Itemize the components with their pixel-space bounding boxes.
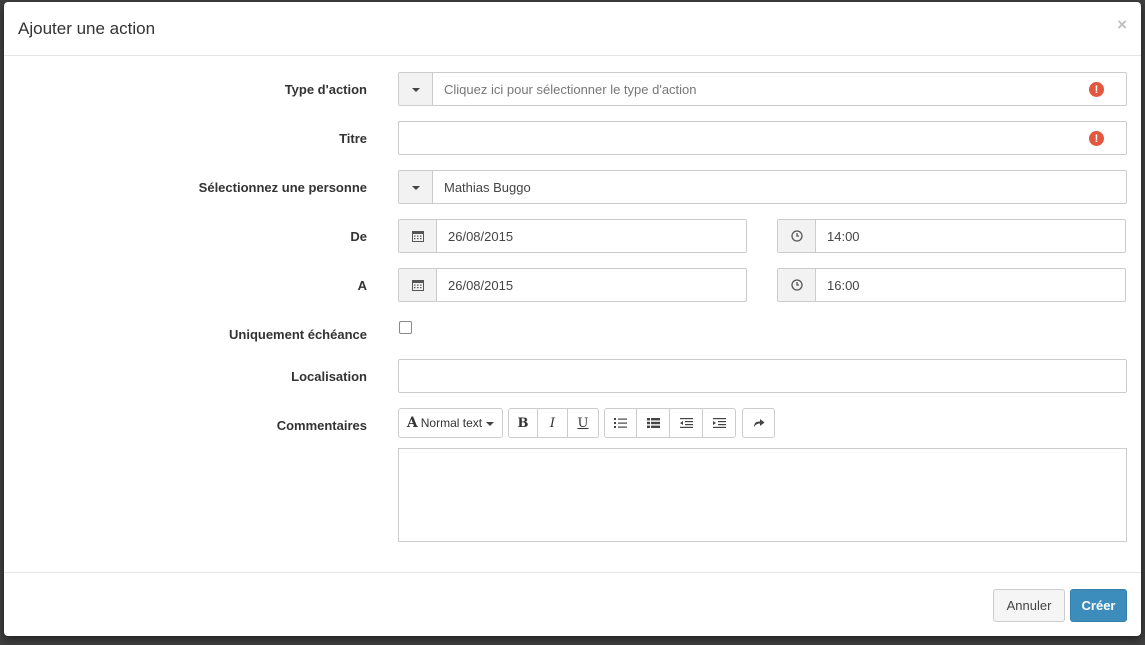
- commentaires-label: Commentaires: [276, 418, 367, 433]
- create-button[interactable]: Créer: [1070, 589, 1127, 622]
- indent-button[interactable]: [703, 408, 736, 438]
- font-style-dropdown[interactable]: A Normal text: [398, 408, 503, 438]
- type-action-dropdown-button[interactable]: [399, 73, 433, 105]
- bullet-list-icon: [614, 418, 627, 428]
- de-date-input[interactable]: 26/08/2015: [398, 219, 747, 253]
- caret-down-icon: [411, 186, 420, 190]
- list-format-group: [604, 408, 736, 438]
- calendar-icon: [411, 231, 424, 242]
- caret-down-icon: [411, 88, 420, 92]
- personne-label: Sélectionnez une personne: [198, 180, 367, 195]
- underline-button[interactable]: U: [568, 408, 599, 438]
- cancel-button[interactable]: Annuler: [993, 589, 1065, 622]
- type-action-label: Type d'action: [284, 82, 367, 97]
- indent-icon: [712, 418, 726, 428]
- type-action-placeholder: Cliquez ici pour sélectionner le type d'…: [444, 82, 697, 97]
- personne-value: Mathias Buggo: [444, 180, 531, 195]
- clock-button[interactable]: [778, 220, 816, 252]
- calendar-icon: [411, 280, 424, 291]
- a-time-input[interactable]: 16:00: [777, 268, 1126, 302]
- clock-icon: [790, 230, 803, 242]
- localisation-label: Localisation: [291, 369, 367, 384]
- clock-icon: [790, 279, 803, 291]
- personne-select[interactable]: Mathias Buggo: [398, 170, 1127, 204]
- italic-button[interactable]: I: [538, 408, 568, 438]
- redo-icon: [753, 419, 764, 427]
- bold-button[interactable]: B: [508, 408, 538, 438]
- a-date-input[interactable]: 26/08/2015: [398, 268, 747, 302]
- font-icon: A: [406, 415, 418, 431]
- commentaires-textarea[interactable]: [398, 448, 1127, 542]
- modal-title: Ajouter une action: [18, 19, 156, 38]
- add-action-modal: Ajouter une action × Type d'action Cliqu…: [4, 2, 1141, 636]
- bullet-list-button[interactable]: [604, 408, 637, 438]
- caret-down-icon: [486, 422, 495, 426]
- de-time-input[interactable]: 14:00: [777, 219, 1126, 253]
- de-label: De: [350, 229, 367, 244]
- personne-dropdown-button[interactable]: [399, 171, 433, 203]
- close-icon[interactable]: ×: [1117, 16, 1127, 33]
- type-action-select[interactable]: Cliquez ici pour sélectionner le type d'…: [398, 72, 1127, 106]
- uniquement-echeance-label: Uniquement échéance: [229, 327, 367, 342]
- outdent-button[interactable]: [670, 408, 703, 438]
- titre-input[interactable]: !: [398, 121, 1127, 155]
- outdent-icon: [679, 418, 693, 428]
- font-style-label: Normal text: [420, 416, 483, 430]
- a-date-value: 26/08/2015: [448, 278, 514, 293]
- numbered-list-icon: [646, 418, 660, 428]
- text-format-group: B I U: [508, 408, 599, 438]
- de-time-value: 14:00: [827, 229, 860, 244]
- a-label: A: [357, 278, 367, 293]
- calendar-button[interactable]: [399, 269, 437, 301]
- de-date-value: 26/08/2015: [448, 229, 514, 244]
- redo-button[interactable]: [742, 408, 775, 438]
- localisation-input[interactable]: [398, 359, 1127, 393]
- clock-button[interactable]: [778, 269, 816, 301]
- error-icon: !: [1089, 82, 1104, 97]
- font-style-group: A Normal text: [398, 408, 503, 438]
- modal-header: Ajouter une action ×: [4, 2, 1141, 56]
- calendar-button[interactable]: [399, 220, 437, 252]
- modal-footer: Annuler Créer: [4, 572, 1141, 637]
- redo-group: [742, 408, 775, 438]
- uniquement-echeance-checkbox[interactable]: [399, 321, 412, 334]
- titre-label: Titre: [339, 131, 367, 146]
- a-time-value: 16:00: [827, 278, 860, 293]
- error-icon: !: [1089, 131, 1104, 146]
- numbered-list-button[interactable]: [637, 408, 670, 438]
